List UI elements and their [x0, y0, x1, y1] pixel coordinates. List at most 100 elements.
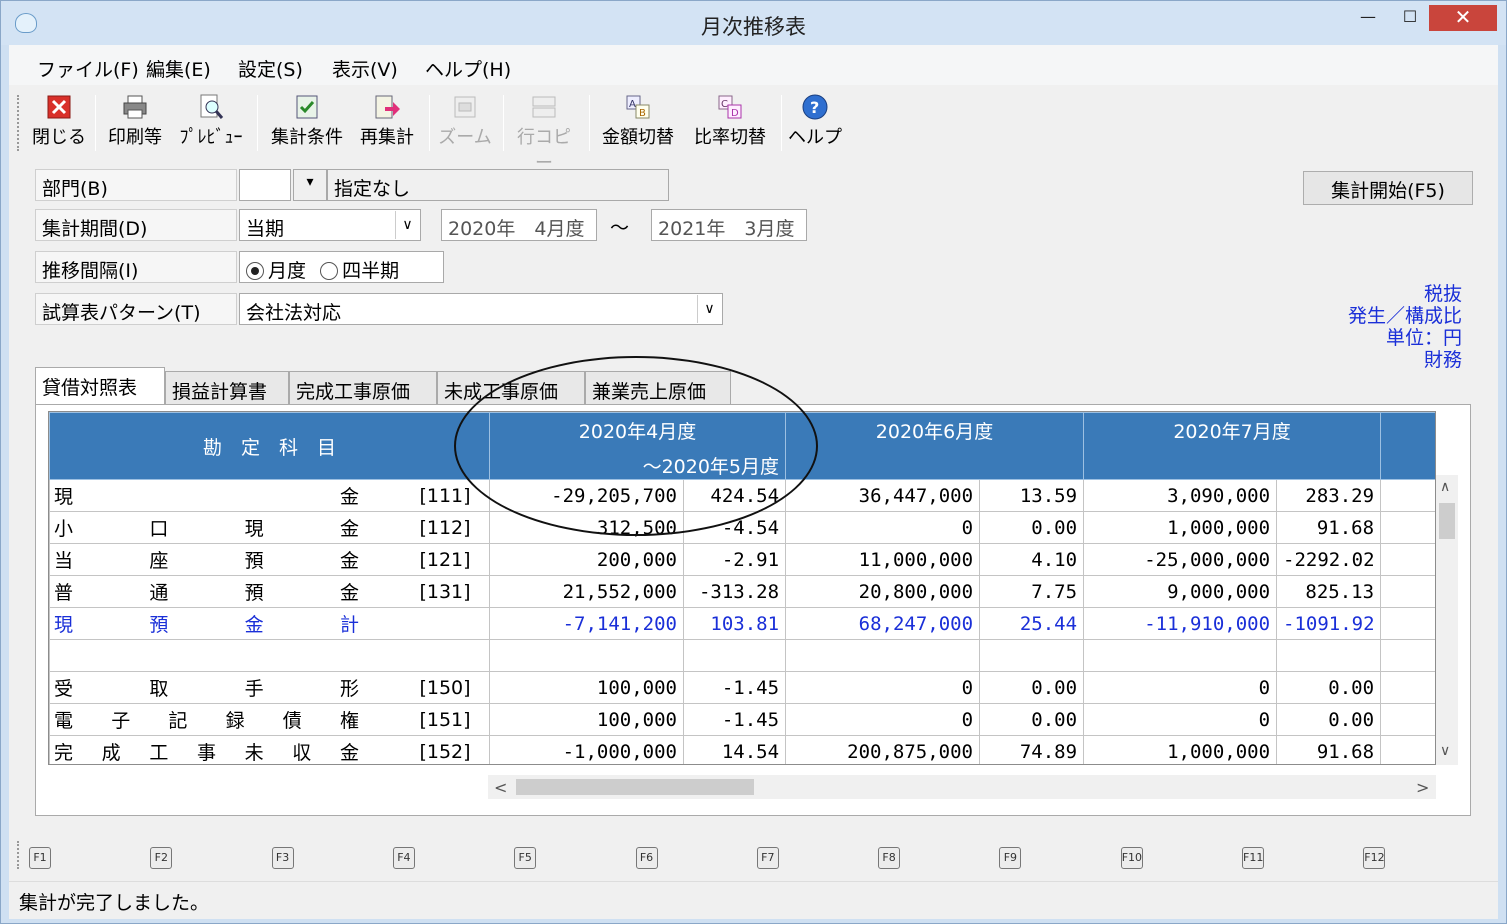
close-window-button[interactable]: ✕: [1429, 5, 1497, 31]
horizontal-scrollbar[interactable]: < >: [488, 775, 1436, 799]
scroll-up-icon[interactable]: ∧: [1440, 479, 1450, 495]
zoom-button[interactable]: ズーム: [437, 93, 493, 149]
fkey-f4-button[interactable]: F4: [392, 847, 415, 869]
account-char: 権: [339, 710, 359, 732]
chevron-down-icon[interactable]: ∨: [395, 211, 419, 239]
fkey-f7-button[interactable]: F7: [756, 847, 779, 869]
account-char: 金: [339, 742, 359, 764]
maximize-button[interactable]: ☐: [1395, 5, 1425, 31]
department-code-input[interactable]: [239, 169, 291, 201]
fkey-f12-button[interactable]: F12: [1363, 847, 1386, 869]
aggregate-conditions-button[interactable]: 集計条件: [265, 93, 349, 149]
menu-help[interactable]: ヘルプ(H): [425, 55, 511, 82]
ratio-cell: 0.00: [979, 703, 1085, 736]
account-char: 預: [149, 614, 169, 636]
menu-edit[interactable]: 編集(E): [146, 55, 211, 82]
fkey-grip[interactable]: [17, 841, 21, 869]
table-row[interactable]: [49, 639, 1435, 672]
period-from-input[interactable]: 2020年 4月度: [441, 209, 597, 241]
fkey-f9-button[interactable]: F9: [999, 847, 1022, 869]
fkey-f11-button[interactable]: F11: [1242, 847, 1264, 869]
period-to-input[interactable]: 2021年 3月度: [651, 209, 807, 241]
scroll-down-icon[interactable]: ∨: [1440, 743, 1450, 759]
recalculate-button[interactable]: 再集計: [355, 93, 419, 149]
fkey-f6-button[interactable]: F6: [635, 847, 658, 869]
table-row[interactable]: 現 金 [111] -29,205,700 424.54 36,447,000 13.59 3…: [49, 479, 1435, 512]
minimize-button[interactable]: —: [1353, 5, 1383, 31]
menu-settings[interactable]: 設定(S): [238, 55, 303, 82]
tab-income-statement[interactable]: 損益計算書: [165, 371, 289, 405]
start-aggregation-button[interactable]: 集計開始(F5): [1303, 171, 1473, 205]
table-row[interactable]: 普 通 預 金 [131] 21,552,000 -313.28 20,800,000 7.75…: [49, 575, 1435, 608]
table-row[interactable]: 完 成 工 事 未 収 金 [152] -1,000,000 14.54 200,875,000 74…: [49, 735, 1435, 764]
amount-switch-button[interactable]: AB 金額切替: [597, 93, 679, 149]
help-button[interactable]: ? ヘルプ: [787, 93, 843, 149]
printer-icon: [123, 95, 147, 119]
vertical-scrollbar[interactable]: ∧ ∨: [1436, 475, 1458, 765]
ratio-cell: 0.00: [1276, 703, 1382, 736]
ratio-cell: -1.45: [682, 703, 787, 736]
amount-cell: 1,000,000: [1083, 511, 1278, 544]
tab-completed-construction-cost[interactable]: 完成工事原価: [289, 371, 437, 405]
toolbar-separator: [95, 95, 96, 151]
account-cell: 小 口 現 金 [112]: [49, 511, 490, 544]
scroll-left-icon[interactable]: <: [494, 778, 507, 797]
tab-side-business-cost[interactable]: 兼業売上原価: [585, 371, 731, 405]
fkey-f1-button[interactable]: F1: [29, 847, 51, 869]
table-row[interactable]: 現 預 金 計 -7,141,200 103.81 68,247,000 25.44 -11,9…: [49, 607, 1435, 640]
account-char: 現: [54, 486, 74, 508]
fkey-f5-button[interactable]: F5: [514, 847, 537, 869]
amount-cell: [489, 639, 684, 672]
row-copy-button[interactable]: 行コピー: [511, 93, 577, 175]
ratio-cell: 825.13: [1276, 575, 1382, 608]
tab-unfinished-construction-cost[interactable]: 未成工事原価: [437, 371, 585, 405]
menu-view[interactable]: 表示(V): [332, 55, 398, 82]
fkey-f2-button[interactable]: F2: [150, 847, 173, 869]
ratio-cell: 14.54: [682, 735, 787, 764]
account-char: 完: [54, 742, 74, 764]
scroll-right-icon[interactable]: >: [1416, 778, 1429, 797]
empty-cell: [1380, 671, 1435, 704]
preview-button[interactable]: ﾌﾟﾚﾋﾞｭｰ: [175, 93, 247, 149]
table-row[interactable]: 受取手形 [150] 100,000 -1.45 0 0.00 0 0.00: [49, 671, 1435, 704]
account-char: 計: [339, 614, 359, 636]
account-cell: 現 金 [111]: [49, 479, 490, 512]
window-title: 月次推移表: [701, 15, 806, 39]
title-bar[interactable]: 月次推移表 — ☐ ✕: [1, 1, 1506, 45]
close-button[interactable]: 閉じる: [31, 93, 87, 149]
account-char: 金: [339, 582, 359, 604]
account-char: 未: [244, 742, 264, 764]
vertical-scroll-thumb[interactable]: [1439, 503, 1455, 539]
recalculate-label: 再集計: [360, 127, 414, 148]
fkey-f3-button[interactable]: F3: [271, 847, 294, 869]
fkey-f10-button[interactable]: F10: [1120, 847, 1143, 869]
department-picker-button[interactable]: ▾: [293, 169, 327, 201]
amount-cell: 200,000: [489, 543, 684, 576]
pattern-label: 試算表パターン(T): [35, 293, 237, 325]
ratio-cell: -1.45: [682, 671, 787, 704]
period-select[interactable]: 当期 ∨: [239, 209, 421, 241]
table-row[interactable]: 当 座 預 金 [121] 200,000 -2.91 11,000,000 4.10 -25,0…: [49, 543, 1435, 576]
ratio-cell: -313.28: [682, 575, 787, 608]
table-row[interactable]: 電子記録債権 [151] 100,000 -1.45 0 0.00 0 0.00: [49, 703, 1435, 736]
toolbar-grip[interactable]: [17, 95, 21, 151]
table-row[interactable]: 小 口 現 金 [112] 312,500 -4.54 0 0.00 1,000,000 91.68: [49, 511, 1435, 544]
tab-balance-sheet[interactable]: 貸借対照表: [35, 367, 165, 407]
ratio-switch-button[interactable]: CD 比率切替: [689, 93, 771, 149]
menu-file[interactable]: ファイル(F): [37, 55, 139, 82]
chevron-down-icon[interactable]: ∨: [697, 295, 721, 323]
fkey-f8-button[interactable]: F8: [878, 847, 901, 869]
print-button[interactable]: 印刷等: [103, 93, 167, 149]
aggregate-conditions-label: 集計条件: [271, 127, 343, 148]
account-code: [112]: [419, 516, 471, 539]
horizontal-scroll-thumb[interactable]: [516, 779, 754, 795]
interval-quarter-radio[interactable]: 四半期: [320, 260, 399, 282]
ratio-cell: -1091.92: [1276, 607, 1382, 640]
data-grid: 勘 定 科 目 2020年4月度 ～2020年5月度 2020年6月度 2020…: [48, 411, 1436, 765]
period-label: 集計期間(D): [35, 209, 237, 241]
amount-cell: 100,000: [489, 671, 684, 704]
interval-month-radio[interactable]: 月度: [246, 260, 306, 282]
ratio-cell: 0.00: [1276, 671, 1382, 704]
empty-cell: [1380, 703, 1435, 736]
pattern-select[interactable]: 会社法対応 ∨: [239, 293, 723, 325]
